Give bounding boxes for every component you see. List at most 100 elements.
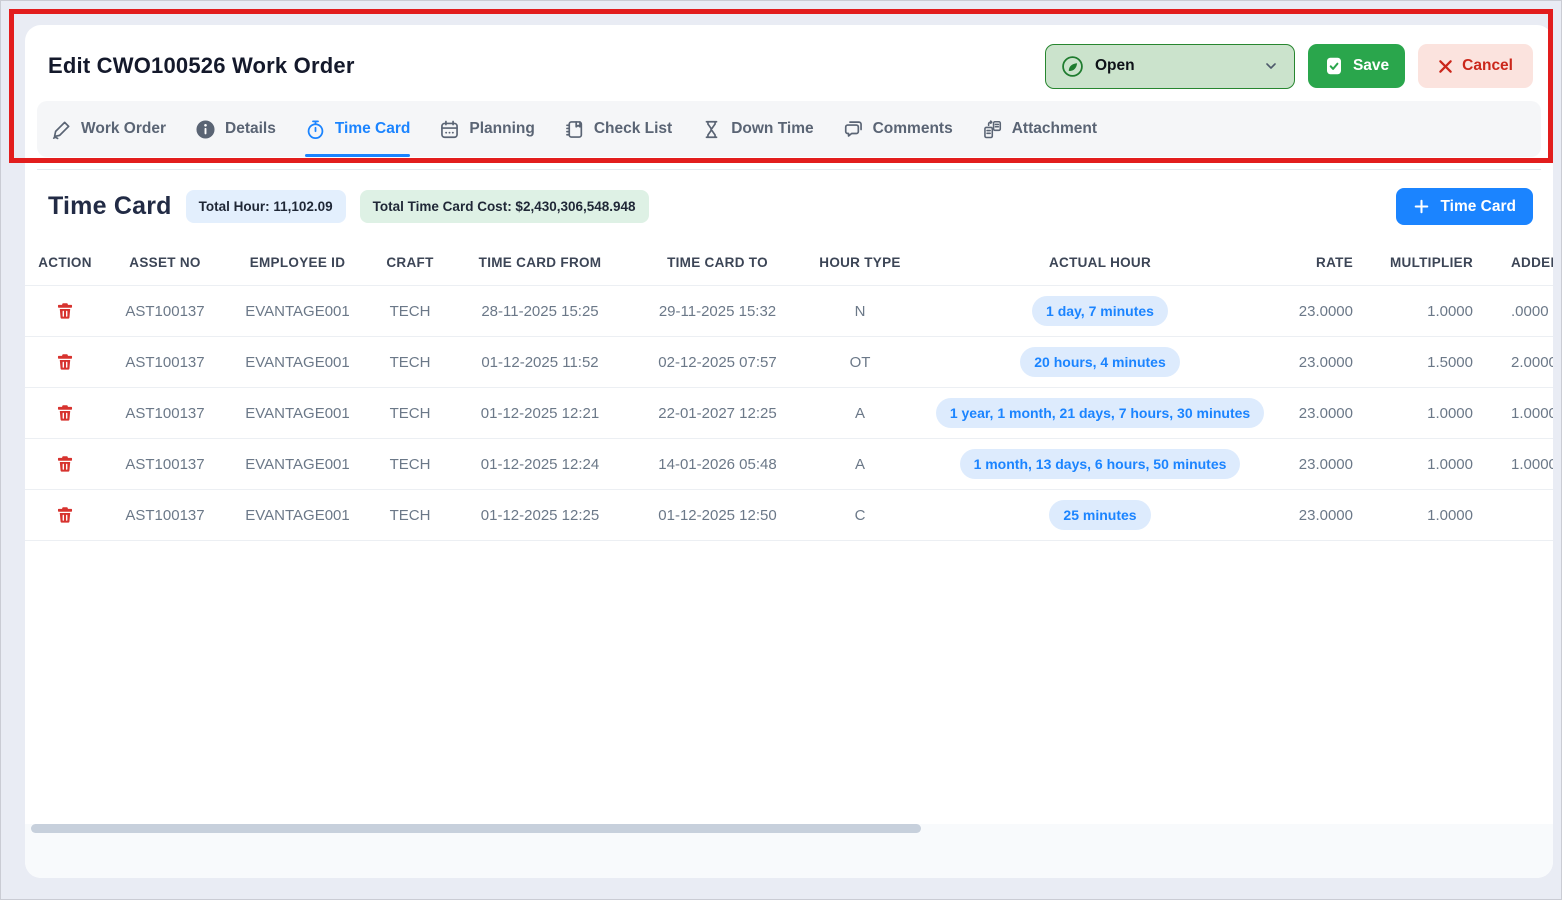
col-header-time-card-to: TIME CARD TO [630,240,805,286]
tab-attachment[interactable]: Attachment [982,101,1097,157]
plus-icon [1413,198,1430,215]
trash-icon [56,454,74,473]
craft-cell: TECH [370,388,450,439]
time-card-from-cell: 01-12-2025 12:24 [450,439,630,490]
notebook-icon [564,119,585,140]
actual-hour-pill: 25 minutes [1049,500,1150,530]
col-header-hour-type: HOUR TYPE [805,240,915,286]
horizontal-scrollbar-thumb[interactable] [31,824,921,833]
delete-row-button[interactable] [54,350,76,373]
time-card-from-cell: 01-12-2025 11:52 [450,337,630,388]
total-cost-badge: Total Time Card Cost: $2,430,306,548.948 [360,190,649,223]
time-card-table: ACTION ASSET NO EMPLOYEE ID CRAFT TIME C… [25,240,1553,541]
asset-no-cell: AST100137 [105,286,225,337]
craft-cell: TECH [370,439,450,490]
table-row: AST100137 EVANTAGE001 TECH 01-12-2025 12… [25,439,1553,490]
actual-hour-cell: 20 hours, 4 minutes [915,337,1285,388]
work-order-card: Edit CWO100526 Work Order Open [25,25,1553,878]
delete-row-button[interactable] [54,299,76,322]
tab-check-list[interactable]: Check List [564,101,672,157]
tab-work-order[interactable]: Work Order [51,101,166,157]
tab-planning[interactable]: Planning [439,101,534,157]
trash-icon [56,352,74,371]
asset-no-cell: AST100137 [105,490,225,541]
time-card-from-cell: 01-12-2025 12:21 [450,388,630,439]
col-header-employee-id: EMPLOYEE ID [225,240,370,286]
app-window: Edit CWO100526 Work Order Open [0,0,1562,900]
employee-id-cell: EVANTAGE001 [225,388,370,439]
pen-icon [51,119,72,140]
actual-hour-cell: 1 day, 7 minutes [915,286,1285,337]
actual-hour-pill: 1 day, 7 minutes [1032,296,1168,326]
craft-cell: TECH [370,286,450,337]
time-card-table-container: ACTION ASSET NO EMPLOYEE ID CRAFT TIME C… [25,240,1553,541]
col-header-asset-no: ASSET NO [105,240,225,286]
delete-row-button[interactable] [54,401,76,424]
delete-row-button[interactable] [54,452,76,475]
multiplier-cell: 1.0000 [1365,286,1485,337]
time-card-to-cell: 22-01-2027 12:25 [630,388,805,439]
employee-id-cell: EVANTAGE001 [225,439,370,490]
time-card-to-cell: 14-01-2026 05:48 [630,439,805,490]
add-time-card-label: Time Card [1440,198,1516,216]
adder-cell: 1.0000 [1485,439,1553,490]
card-footer [25,824,1553,878]
tab-down-time[interactable]: Down Time [701,101,813,157]
col-header-time-card-from: TIME CARD FROM [450,240,630,286]
time-card-from-cell: 28-11-2025 15:25 [450,286,630,337]
col-header-actual-hour: ACTUAL HOUR [915,240,1285,286]
actual-hour-pill: 1 year, 1 month, 21 days, 7 hours, 30 mi… [936,398,1264,428]
table-row: AST100137 EVANTAGE001 TECH 01-12-2025 12… [25,490,1553,541]
tab-label: Down Time [731,120,813,138]
horizontal-scrollbar[interactable] [25,824,1553,834]
hour-type-cell: N [805,286,915,337]
hour-type-cell: A [805,439,915,490]
rate-cell: 23.0000 [1285,490,1365,541]
check-square-icon [1324,56,1344,76]
add-time-card-button[interactable]: Time Card [1396,188,1533,225]
multiplier-cell: 1.0000 [1365,388,1485,439]
tab-label: Planning [469,120,534,138]
time-card-to-cell: 29-11-2025 15:32 [630,286,805,337]
multiplier-cell: 1.5000 [1365,337,1485,388]
total-hour-badge: Total Hour: 11,102.09 [186,190,346,223]
asset-no-cell: AST100137 [105,337,225,388]
stopwatch-icon [305,119,326,140]
cancel-button-label: Cancel [1462,57,1513,75]
employee-id-cell: EVANTAGE001 [225,490,370,541]
time-card-to-cell: 01-12-2025 12:50 [630,490,805,541]
adder-cell [1485,490,1553,541]
actual-hour-pill: 20 hours, 4 minutes [1020,347,1179,377]
table-header-row: ACTION ASSET NO EMPLOYEE ID CRAFT TIME C… [25,240,1553,286]
time-card-from-cell: 01-12-2025 12:25 [450,490,630,541]
col-header-multiplier: MULTIPLIER [1365,240,1485,286]
employee-id-cell: EVANTAGE001 [225,337,370,388]
calendar-icon [439,119,460,140]
tabs-bar: Work Order Details Time Card [37,101,1541,157]
status-dropdown[interactable]: Open [1045,44,1295,89]
table-row: AST100137 EVANTAGE001 TECH 01-12-2025 11… [25,337,1553,388]
hour-type-cell: OT [805,337,915,388]
work-order-header: Edit CWO100526 Work Order Open [25,25,1553,170]
tab-time-card[interactable]: Time Card [305,101,411,157]
col-header-adder: ADDER [1485,240,1553,286]
leaf-icon [1061,55,1084,78]
section-title: Time Card [48,192,172,221]
trash-icon [56,301,74,320]
rate-cell: 23.0000 [1285,439,1365,490]
asset-no-cell: AST100137 [105,388,225,439]
save-button[interactable]: Save [1308,44,1405,88]
time-card-panel: Time Card Total Hour: 11,102.09 Total Ti… [25,170,1553,824]
cancel-button[interactable]: Cancel [1418,44,1533,88]
col-header-action: ACTION [25,240,105,286]
tab-label: Comments [873,120,953,138]
tab-label: Details [225,120,276,138]
x-icon [1438,59,1453,74]
tab-label: Time Card [335,120,411,138]
multiplier-cell: 1.0000 [1365,490,1485,541]
tab-details[interactable]: Details [195,101,276,157]
delete-row-button[interactable] [54,503,76,526]
info-icon [195,119,216,140]
tab-comments[interactable]: Comments [843,101,953,157]
comments-icon [843,119,864,140]
